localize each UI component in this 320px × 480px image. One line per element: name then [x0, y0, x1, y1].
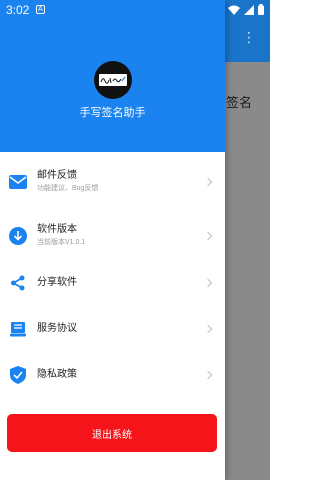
- navigation-drawer: 手写签名助手 邮件反馈 功能建议、Bug反馈 软件版本 当前版本V1.0.1 分…: [0, 0, 225, 480]
- status-bar: 3:02 A: [0, 0, 270, 20]
- logout-button[interactable]: 退出系统: [7, 414, 217, 452]
- menu-item-share[interactable]: 分享软件: [0, 260, 225, 306]
- menu-item-text: 服务协议: [37, 323, 77, 335]
- menu-item-text: 隐私政策: [37, 369, 77, 381]
- shield-check-icon: [9, 366, 27, 384]
- menu-item-service-agreement[interactable]: 服务协议: [0, 306, 225, 352]
- menu-item-label: 服务协议: [37, 323, 77, 334]
- menu-item-privacy-policy[interactable]: 隐私政策: [0, 352, 225, 398]
- app-logo-avatar: [94, 61, 132, 99]
- menu-item-label: 软件版本: [37, 224, 77, 235]
- menu-item-software-version[interactable]: 软件版本 当前版本V1.0.1: [0, 212, 225, 260]
- status-time: 3:02: [6, 3, 30, 17]
- menu-item-label: 隐私政策: [37, 369, 77, 380]
- notification-app-icon: A: [36, 5, 45, 14]
- agreement-icon: [9, 320, 27, 338]
- drawer-menu: 邮件反馈 功能建议、Bug反馈 软件版本 当前版本V1.0.1 分享软件 服务协…: [0, 152, 225, 398]
- menu-item-text: 邮件反馈 功能建议、Bug反馈: [37, 170, 98, 194]
- chevron-right-icon: [203, 231, 213, 241]
- menu-item-label: 分享软件: [37, 277, 77, 288]
- battery-icon: [258, 4, 264, 15]
- menu-item-mail-feedback[interactable]: 邮件反馈 功能建议、Bug反馈: [0, 152, 225, 212]
- system-icons: [228, 4, 264, 15]
- chevron-right-icon: [203, 370, 213, 380]
- menu-item-subtitle: 当前版本V1.0.1: [37, 239, 86, 246]
- wifi-icon: [228, 5, 240, 15]
- more-options-icon[interactable]: ⋮: [242, 30, 256, 44]
- mail-icon: [9, 173, 27, 191]
- menu-item-text: 分享软件: [37, 277, 77, 289]
- chevron-right-icon: [203, 324, 213, 334]
- download-icon: [9, 227, 27, 245]
- share-icon: [9, 274, 27, 292]
- menu-item-subtitle: 功能建议、Bug反馈: [37, 185, 99, 192]
- signature-logo-icon: [99, 74, 127, 86]
- background-title: 签名: [226, 95, 253, 110]
- app-name: 手写签名助手: [79, 107, 146, 119]
- signal-icon: [244, 4, 254, 15]
- menu-item-label: 邮件反馈: [37, 170, 77, 181]
- drawer-header: 手写签名助手: [0, 0, 225, 152]
- chevron-right-icon: [203, 177, 213, 187]
- chevron-right-icon: [203, 278, 213, 288]
- menu-item-text: 软件版本 当前版本V1.0.1: [37, 224, 85, 248]
